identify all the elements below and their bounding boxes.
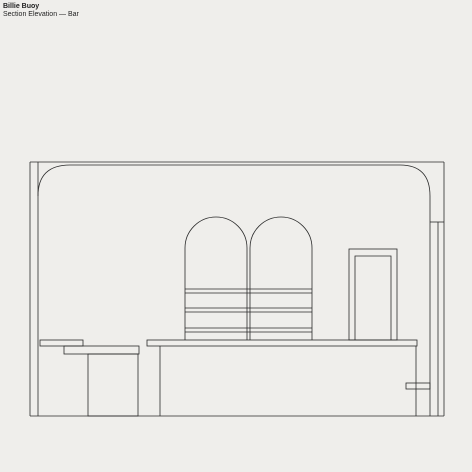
- bar-counter: [39, 339, 431, 417]
- ceiling-coves: [37, 164, 431, 222]
- section-elevation-drawing: [29, 161, 445, 417]
- counter-cabinet: [87, 353, 139, 417]
- ledge-step: [63, 345, 140, 355]
- arched-shelving: [184, 216, 313, 340]
- door: [348, 248, 398, 341]
- door-frame: [348, 248, 398, 341]
- back-ledge: [39, 339, 84, 347]
- left-arch: [184, 216, 248, 340]
- counter-top: [146, 339, 418, 347]
- right-arch: [249, 216, 313, 340]
- left-cove: [37, 164, 71, 197]
- door-leaf: [354, 255, 392, 340]
- footrest: [405, 382, 431, 390]
- right-cove: [399, 164, 431, 222]
